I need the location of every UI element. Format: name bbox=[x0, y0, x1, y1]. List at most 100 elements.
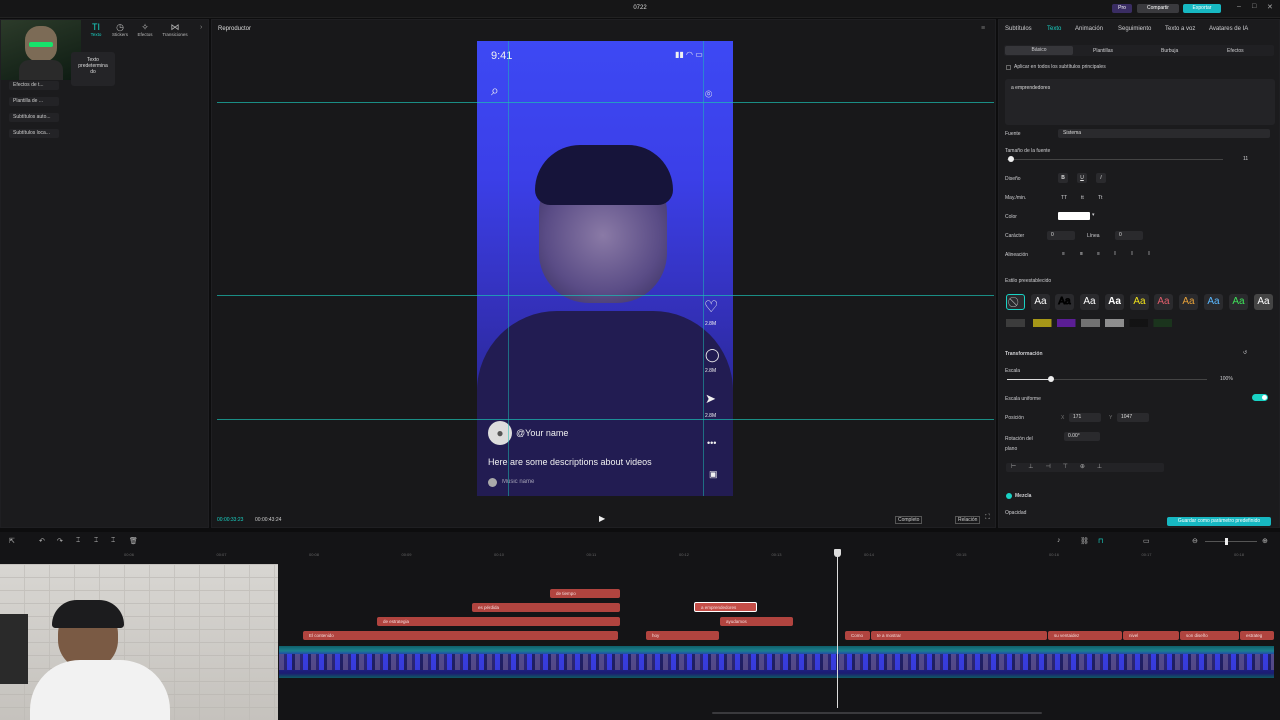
tab-avatares[interactable]: Avatares de IA bbox=[1209, 26, 1248, 32]
style-preset[interactable]: Aa bbox=[1254, 294, 1273, 310]
redo-icon[interactable]: ↷ bbox=[57, 537, 63, 545]
apply-all-checkbox[interactable] bbox=[1006, 65, 1011, 70]
font-select[interactable]: Sistema bbox=[1058, 129, 1270, 138]
underline-button[interactable]: U bbox=[1077, 173, 1087, 183]
magnet-icon[interactable]: ⊓ bbox=[1098, 537, 1103, 545]
tab-texto-a-voz[interactable]: Texto a voz bbox=[1165, 26, 1195, 32]
camera-icon[interactable]: ⌾ bbox=[705, 87, 712, 102]
align-vertical2-icon[interactable]: ⦙⦙ bbox=[1131, 251, 1133, 257]
fullscreen-icon[interactable]: ⛶ bbox=[985, 514, 990, 522]
char-input[interactable]: 0 bbox=[1047, 231, 1075, 240]
text-clip[interactable]: estrateg bbox=[1240, 631, 1274, 640]
text-input[interactable]: a emprendedores bbox=[1005, 79, 1275, 125]
subtab-efectos[interactable]: Efectos bbox=[1227, 48, 1244, 54]
zoom-in-icon[interactable]: ⊕ bbox=[1262, 537, 1268, 545]
tab-texto[interactable]: Texto bbox=[1047, 26, 1061, 32]
ratio-button[interactable]: Completo bbox=[895, 516, 923, 524]
text-clip[interactable]: de estrategia bbox=[377, 617, 620, 626]
scale-slider-handle[interactable] bbox=[1048, 376, 1054, 382]
export-button[interactable]: Exportar bbox=[1183, 4, 1221, 13]
align-right-icon[interactable]: ≡ bbox=[1097, 251, 1100, 257]
ratio2-button[interactable]: Relación bbox=[955, 516, 981, 524]
text-clip[interactable]: te a mostrar bbox=[871, 631, 1047, 640]
zoom-out-icon[interactable]: ⊖ bbox=[1192, 537, 1198, 545]
tab-animacion[interactable]: Animación bbox=[1075, 26, 1103, 32]
pos-x-input[interactable]: 171 bbox=[1069, 413, 1101, 422]
video-canvas[interactable]: 9:41 ▮▮ ◠ ▭ ⌕ ⌾ ♡ 2.8M ◯ 2.8M ➤ 2.8M •••… bbox=[477, 41, 733, 496]
sidebar-item-efectos[interactable]: Efectos de t... bbox=[9, 81, 59, 90]
maximize-icon[interactable]: □ bbox=[1252, 3, 1256, 10]
sidebar-item-subtitulos-auto[interactable]: Subtítulos auto... bbox=[9, 113, 59, 122]
preview-icon[interactable]: ▭ bbox=[1143, 537, 1150, 545]
tool-texto[interactable]: TI Texto bbox=[85, 22, 107, 37]
save-default-button[interactable]: Guardar como parámetro predefinido bbox=[1167, 517, 1271, 526]
mic-icon[interactable]: ♪ bbox=[1057, 537, 1061, 544]
color-swatch[interactable] bbox=[1058, 212, 1090, 220]
text-clip[interactable]: nivel bbox=[1123, 631, 1179, 640]
undo-icon[interactable]: ↶ bbox=[39, 537, 45, 545]
share-button[interactable]: Compartir bbox=[1137, 4, 1179, 13]
size-slider[interactable] bbox=[1007, 159, 1223, 160]
delete-icon[interactable]: 🗑 bbox=[129, 537, 138, 545]
text-clip[interactable]: hoy bbox=[646, 631, 719, 640]
playhead-handle[interactable] bbox=[834, 549, 841, 557]
subtab-plantillas[interactable]: Plantillas bbox=[1093, 48, 1113, 54]
text-clip[interactable]: ayudamos bbox=[720, 617, 793, 626]
share-icon[interactable]: ➤ bbox=[705, 391, 716, 407]
chevron-down-icon[interactable]: ▾ bbox=[1092, 212, 1095, 218]
text-clip[interactable]: su ventaidez bbox=[1048, 631, 1122, 640]
tool-efectos[interactable]: ✧ Efectos bbox=[134, 22, 156, 37]
blend-checkbox[interactable] bbox=[1006, 493, 1012, 499]
style-preset[interactable]: Aa bbox=[1179, 294, 1198, 310]
line-input[interactable]: 0 bbox=[1115, 231, 1143, 240]
pro-badge[interactable]: Pro bbox=[1112, 4, 1132, 13]
text-clip[interactable]: es pérdida bbox=[472, 603, 620, 612]
style-preset[interactable]: Aa bbox=[1130, 294, 1149, 310]
style-preset[interactable]: Aa bbox=[1055, 294, 1074, 310]
select-tool-icon[interactable]: ⇱ bbox=[9, 537, 15, 545]
zoom-slider[interactable] bbox=[1205, 538, 1257, 545]
uniform-toggle[interactable] bbox=[1252, 394, 1268, 401]
video-track[interactable] bbox=[279, 646, 1274, 678]
lowercase-icon[interactable]: tt bbox=[1081, 195, 1084, 201]
pos-y-input[interactable]: 1047 bbox=[1117, 413, 1149, 422]
tab-seguimiento[interactable]: Seguimiento bbox=[1118, 26, 1151, 32]
style-preset[interactable]: Aa bbox=[1229, 294, 1248, 310]
search-icon[interactable]: ⌕ bbox=[491, 82, 499, 99]
style-preset[interactable]: Aa bbox=[1204, 294, 1223, 310]
style-preset[interactable]: Aa bbox=[1105, 294, 1124, 310]
align-left-icon[interactable]: ≡ bbox=[1062, 251, 1065, 257]
italic-button[interactable]: I bbox=[1096, 173, 1106, 183]
tool-stickers[interactable]: ◷ Stickers bbox=[109, 22, 131, 37]
menu-icon[interactable]: ≡ bbox=[981, 25, 985, 32]
chevron-right-icon[interactable]: › bbox=[200, 24, 202, 31]
bold-button[interactable]: B bbox=[1058, 173, 1068, 183]
text-clip-selected[interactable]: a emprendedores bbox=[694, 602, 757, 612]
style-preset[interactable]: Aa bbox=[1031, 294, 1050, 310]
align-vertical3-icon[interactable]: ⦙⦙ bbox=[1148, 251, 1150, 257]
sidebar-item-plantilla[interactable]: Plantilla de ... bbox=[9, 97, 59, 106]
split-icon[interactable]: ⌶ bbox=[76, 537, 80, 545]
reset-icon[interactable]: ↺ bbox=[1243, 350, 1247, 356]
playhead[interactable] bbox=[837, 550, 838, 708]
scale-slider[interactable] bbox=[1007, 376, 1207, 382]
preset-text-tile[interactable]: Texto predetermina do bbox=[71, 52, 115, 86]
more-icon[interactable]: ••• bbox=[707, 438, 716, 448]
style-preset[interactable]: Aa bbox=[1154, 294, 1173, 310]
text-clip[interactable]: son diseño bbox=[1180, 631, 1239, 640]
tool-transiciones[interactable]: ⋈ Transiciones bbox=[161, 22, 189, 37]
split-right-icon[interactable]: ⌶ bbox=[111, 537, 115, 545]
link-icon[interactable]: ⛓ bbox=[1080, 537, 1089, 545]
subtab-basico[interactable]: Básico bbox=[1005, 46, 1073, 55]
titlecase-icon[interactable]: Tt bbox=[1098, 195, 1102, 201]
size-slider-handle[interactable] bbox=[1008, 156, 1014, 162]
text-clip[interactable]: de tiempo bbox=[550, 589, 620, 598]
subtab-burbuja[interactable]: Burbuja bbox=[1161, 48, 1178, 54]
text-clip[interactable]: Como bbox=[845, 631, 870, 640]
rotation-input[interactable]: 0.00° bbox=[1064, 432, 1100, 441]
split-left-icon[interactable]: ⌶ bbox=[94, 537, 98, 545]
comment-icon[interactable]: ◯ bbox=[705, 347, 720, 363]
sidebar-item-subtitulos-loca[interactable]: Subtítulos loca... bbox=[9, 129, 59, 138]
style-preset[interactable]: Aa bbox=[1080, 294, 1099, 310]
align-vertical-icon[interactable]: ⦙⦙ bbox=[1114, 251, 1116, 257]
